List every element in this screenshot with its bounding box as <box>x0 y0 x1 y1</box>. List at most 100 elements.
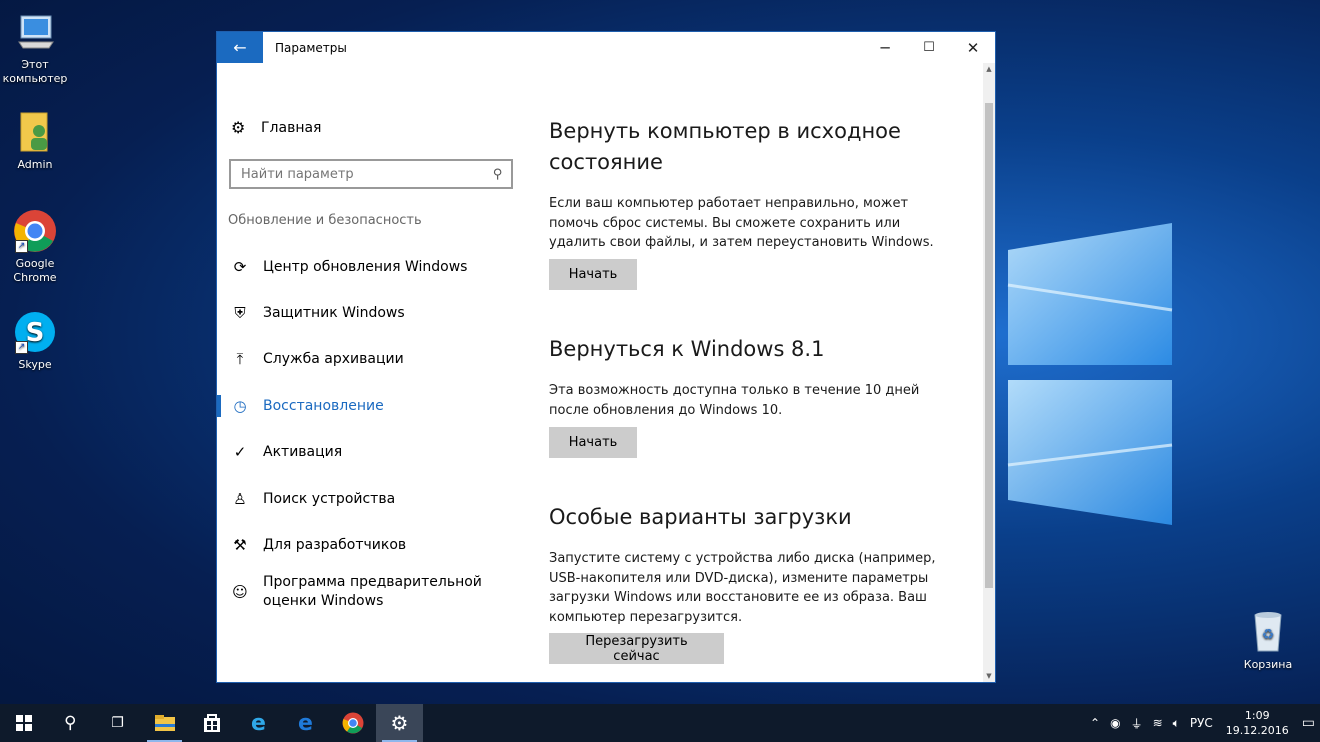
reset-start-button[interactable]: Начать <box>549 259 637 290</box>
task-view-button[interactable]: ❐ <box>94 704 141 742</box>
svg-text:S: S <box>26 318 45 348</box>
sidebar-item-insider[interactable]: ☺ Программа предварительной оценки Windo… <box>217 573 527 611</box>
computer-icon <box>13 10 57 54</box>
sidebar-item-label: Центр обновления Windows <box>263 259 468 275</box>
title-bar[interactable]: ← Параметры ─ ☐ ✕ <box>217 32 995 63</box>
sidebar-item-backup[interactable]: ⤒ Служба архивации <box>217 350 527 369</box>
recovery-content: Вернуть компьютер в исходное состояние Е… <box>549 63 975 682</box>
desktop-icon-label: Admin <box>17 158 53 171</box>
sidebar-item-label: Для разработчиков <box>263 537 407 553</box>
desktop-icon-skype[interactable]: S ↗ Skype <box>0 310 70 372</box>
chrome-icon <box>342 712 363 734</box>
internet-explorer-button[interactable]: e <box>235 704 282 742</box>
find-device-icon: ♙ <box>233 490 247 508</box>
scrollbar-thumb[interactable] <box>985 103 993 588</box>
desktop-icon-label: Google Chrome <box>13 257 57 284</box>
reset-description: Если ваш компьютер работает неправильно,… <box>549 196 934 250</box>
sidebar-item-windows-defender[interactable]: ⛨ Защитник Windows <box>217 304 527 323</box>
clock[interactable]: 1:09 19.12.2016 <box>1226 708 1289 738</box>
back-arrow-icon: ← <box>233 38 247 57</box>
sidebar-item-label: Служба архивации <box>263 351 404 367</box>
insider-icon: ☺ <box>232 583 248 601</box>
restart-now-button[interactable]: Перезагрузить сейчас <box>549 633 724 664</box>
desktop-icon-this-pc[interactable]: Этот компьютер <box>0 10 70 86</box>
desktop-icon-label: Корзина <box>1243 658 1293 671</box>
file-explorer-icon <box>154 715 175 731</box>
steam-icon[interactable]: ◉ <box>1110 716 1120 730</box>
desktop-icon-chrome[interactable]: ↗ Google Chrome <box>0 209 70 285</box>
system-tray: ⌃ ◉ ⏚ ≋ 🔈︎ РУС 1:09 19.12.2016 ▭ <box>1085 704 1320 742</box>
advanced-startup-heading: Особые варианты загрузки <box>549 505 852 529</box>
desktop-icon-admin[interactable]: Admin <box>0 110 70 172</box>
desktop-icon-label: Этот компьютер <box>2 58 68 85</box>
search-box[interactable]: ⚲ <box>229 159 513 189</box>
advanced-startup-description: Запустите систему с устройства либо диск… <box>549 551 936 625</box>
language-indicator[interactable]: РУС <box>1190 716 1213 730</box>
search-icon: ⚲ <box>64 713 77 733</box>
settings-window: ← Параметры ─ ☐ ✕ ⚙ Главная ⚲ Обновление… <box>216 31 996 683</box>
settings-taskbar-button[interactable]: ⚙ <box>376 704 423 742</box>
sidebar-item-recovery[interactable]: ◷ Восстановление <box>217 397 527 416</box>
sidebar-item-label: Восстановление <box>263 398 384 414</box>
taskbar: ⚲ ❐ e e ⚙ ⌃ ◉ ⏚ ≋ 🔈︎ РУС 1:09 19.12.2016… <box>0 704 1320 742</box>
refresh-icon: ⟳ <box>233 258 247 276</box>
chrome-icon: ↗ <box>13 209 57 253</box>
shield-icon: ⛨ <box>234 304 246 322</box>
sidebar-item-label: Активация <box>263 444 343 460</box>
maximize-button[interactable]: ☐ <box>906 32 952 63</box>
windows-logo-wallpaper <box>990 215 1190 545</box>
scrollbar[interactable]: ▲ ▼ <box>983 63 995 682</box>
notifications-icon[interactable]: ▭ <box>1302 715 1315 731</box>
window-title: Параметры <box>275 40 347 55</box>
file-explorer-button[interactable] <box>141 704 188 742</box>
go-back-heading: Вернуться к Windows 8.1 <box>549 337 825 361</box>
edge-icon: e <box>298 710 313 736</box>
store-icon <box>203 714 220 732</box>
recycle-bin-icon: ♻ <box>1246 610 1290 654</box>
sidebar-item-label: Программа предварительной оценки Windows <box>263 574 482 609</box>
section-header: Обновление и безопасность <box>228 213 422 228</box>
show-hidden-icons-icon[interactable]: ⌃ <box>1090 716 1100 730</box>
clock-date: 19.12.2016 <box>1225 724 1289 737</box>
go-back-start-button[interactable]: Начать <box>549 427 637 458</box>
start-icon <box>15 715 32 731</box>
shortcut-arrow-icon: ↗ <box>15 240 28 253</box>
home-link[interactable]: ⚙ Главная <box>231 118 321 137</box>
desktop-icon-label: Skype <box>18 358 52 371</box>
internet-explorer-icon: e <box>251 710 266 736</box>
sidebar: ⚙ Главная ⚲ Обновление и безопасность ⟳ … <box>217 63 527 682</box>
scroll-down-icon[interactable]: ▼ <box>983 670 995 682</box>
minimize-button[interactable]: ─ <box>862 32 908 63</box>
search-icon: ⚲ <box>493 166 503 182</box>
svg-text:♻: ♻ <box>1262 627 1275 643</box>
network-icon[interactable]: ≋ <box>1153 716 1163 730</box>
sidebar-item-find-device[interactable]: ♙ Поиск устройства <box>217 490 527 509</box>
sidebar-item-windows-update[interactable]: ⟳ Центр обновления Windows <box>217 258 527 277</box>
store-button[interactable] <box>188 704 235 742</box>
scroll-up-icon[interactable]: ▲ <box>983 63 995 75</box>
usb-icon[interactable]: ⏚ <box>1131 715 1143 732</box>
search-button[interactable]: ⚲ <box>47 704 94 742</box>
home-label: Главная <box>261 119 322 136</box>
clock-time: 1:09 <box>1244 709 1270 722</box>
sidebar-item-activation[interactable]: ✓ Активация <box>217 443 527 462</box>
task-view-icon: ❐ <box>111 715 124 731</box>
sidebar-item-label: Защитник Windows <box>263 305 405 321</box>
desktop-icon-recycle-bin[interactable]: ♻ Корзина <box>1233 610 1303 672</box>
go-back-description: Эта возможность доступна только в течени… <box>549 383 920 418</box>
search-input[interactable] <box>241 166 481 182</box>
sidebar-item-label: Поиск устройства <box>263 491 396 507</box>
close-button[interactable]: ✕ <box>950 32 996 63</box>
back-button[interactable]: ← <box>217 32 263 63</box>
settings-icon: ⚙ <box>390 711 409 735</box>
start-button[interactable] <box>0 704 47 742</box>
edge-button[interactable]: e <box>282 704 329 742</box>
developer-tools-icon: ⚒ <box>233 536 247 554</box>
shortcut-arrow-icon: ↗ <box>15 341 28 354</box>
gear-icon: ⚙ <box>231 118 246 137</box>
history-icon: ◷ <box>233 397 247 415</box>
sidebar-item-developers[interactable]: ⚒ Для разработчиков <box>217 536 527 555</box>
reset-heading: Вернуть компьютер в исходное состояние <box>549 119 901 174</box>
chrome-taskbar-button[interactable] <box>329 704 376 742</box>
volume-icon[interactable]: 🔈︎ <box>1173 716 1180 731</box>
